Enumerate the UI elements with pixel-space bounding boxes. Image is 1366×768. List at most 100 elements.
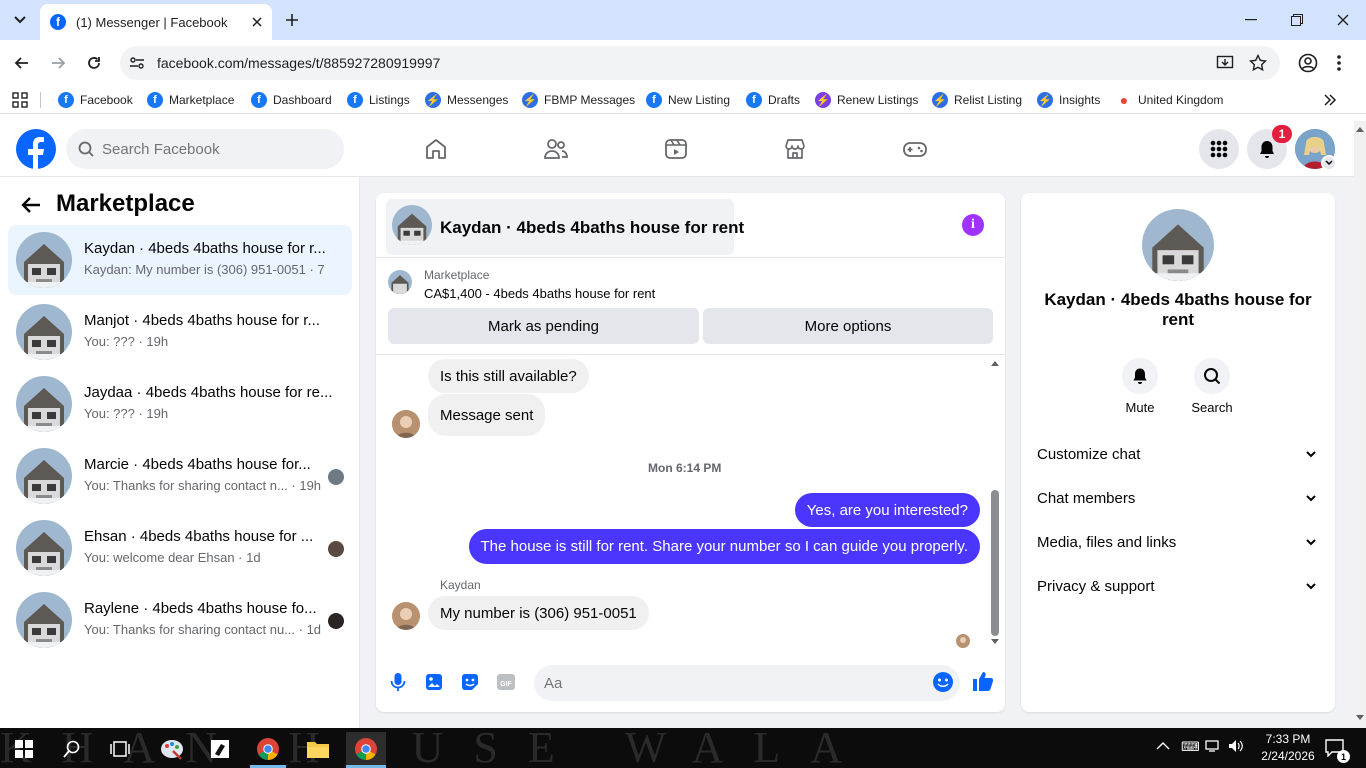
scroll-down-arrow-icon[interactable]: [990, 638, 1000, 646]
bookmark-drafts[interactable]: f Drafts: [746, 90, 800, 110]
emoji-button[interactable]: [932, 671, 954, 693]
nav-friends[interactable]: [540, 133, 572, 165]
facebook-icon: f: [746, 92, 762, 108]
chat-members-section[interactable]: Chat members: [1029, 478, 1327, 518]
map-pin-icon: ●: [1119, 92, 1129, 108]
bookmark-united-kingdom[interactable]: ● United Kingdom: [1116, 90, 1224, 110]
mark-as-pending-button[interactable]: Mark as pending: [388, 308, 699, 344]
message-composer[interactable]: [534, 665, 960, 701]
bookmark-marketplace[interactable]: f Marketplace: [147, 90, 234, 110]
bookmark-relist-listing[interactable]: ⚡ Relist Listing: [932, 90, 1022, 110]
media-files-links-section[interactable]: Media, files and links: [1029, 522, 1327, 562]
bookmark-fbmp-messages[interactable]: ⚡ FBMP Messages: [522, 90, 635, 110]
bookmark-renew-listings[interactable]: ⚡ Renew Listings: [815, 90, 918, 110]
taskbar-app-sticky-notes[interactable]: [200, 732, 240, 766]
new-tab-button[interactable]: [282, 10, 302, 30]
more-options-button[interactable]: More options: [703, 308, 993, 344]
customize-chat-section[interactable]: Customize chat: [1029, 434, 1327, 474]
search-input[interactable]: [102, 140, 322, 158]
chevron-down-icon: [1306, 495, 1316, 502]
scroll-up-arrow-icon[interactable]: [990, 359, 1000, 367]
search-in-conversation-button[interactable]: Search: [1177, 358, 1247, 415]
start-button[interactable]: [4, 732, 44, 766]
network-icon[interactable]: [1205, 739, 1221, 753]
image-icon: [426, 674, 442, 690]
back-button[interactable]: [12, 53, 32, 73]
privacy-support-section[interactable]: Privacy & support: [1029, 566, 1327, 606]
chat-scrollbar-thumb[interactable]: [991, 490, 999, 636]
sticker-button[interactable]: [460, 672, 480, 692]
page-scroll-down-icon[interactable]: [1355, 714, 1365, 722]
conversation-info-icon[interactable]: i: [962, 214, 984, 236]
bookmark-label: Dashboard: [273, 93, 332, 107]
nav-marketplace[interactable]: [779, 133, 811, 165]
url-text[interactable]: facebook.com/messages/t/885927280919997: [157, 55, 440, 71]
browser-menu-icon[interactable]: [1336, 53, 1342, 73]
bookmark-facebook[interactable]: f Facebook: [58, 90, 133, 110]
menu-button[interactable]: [1199, 129, 1239, 169]
facebook-logo-icon[interactable]: [16, 129, 56, 169]
conversation-name: Manjot · 4beds 4baths house for r...: [84, 312, 320, 329]
conversation-item[interactable]: Marcie · 4beds 4baths house for... You: …: [8, 441, 352, 511]
volume-icon[interactable]: [1228, 739, 1244, 753]
tab-search-button[interactable]: [8, 8, 32, 32]
browser-tab-active[interactable]: f (1) Messenger | Facebook: [40, 4, 272, 40]
listing-thumbnail: [16, 520, 72, 576]
friends-icon: [544, 139, 568, 159]
minimize-button[interactable]: [1228, 0, 1274, 40]
nav-watch[interactable]: [660, 133, 692, 165]
install-app-icon[interactable]: [1216, 54, 1234, 72]
attach-photo-button[interactable]: [424, 672, 444, 692]
taskbar-search-button[interactable]: [52, 732, 92, 766]
forward-button[interactable]: [48, 53, 68, 73]
close-window-button[interactable]: [1320, 0, 1366, 40]
conversation-item[interactable]: Raylene · 4beds 4baths house fo... You: …: [8, 585, 352, 655]
show-hidden-icons-button[interactable]: [1156, 741, 1170, 751]
conversation-item[interactable]: Jaydaa · 4beds 4baths house for re... Yo…: [8, 369, 352, 439]
nav-gaming[interactable]: [899, 133, 931, 165]
bookmark-messenges[interactable]: ⚡ Messenges: [425, 90, 508, 110]
taskbar-app-chrome-active[interactable]: [346, 732, 386, 766]
chrome-icon: [355, 738, 377, 760]
restore-icon: [1291, 14, 1303, 26]
voice-clip-button[interactable]: [388, 672, 408, 692]
chat-title: Kaydan · 4beds 4baths house for rent: [440, 218, 745, 237]
message-input[interactable]: [544, 674, 904, 692]
close-tab-icon[interactable]: [252, 17, 262, 27]
site-info-icon[interactable]: [128, 54, 146, 72]
taskbar-app-file-explorer[interactable]: [298, 732, 338, 766]
reload-button[interactable]: [84, 53, 104, 73]
nav-home[interactable]: [420, 133, 452, 165]
conversation-item[interactable]: Kaydan · 4beds 4baths house for r... Kay…: [8, 225, 352, 295]
more-bookmarks-icon[interactable]: [1322, 92, 1338, 108]
page-scroll-up-icon[interactable]: [1355, 125, 1365, 133]
facebook-icon: f: [251, 92, 267, 108]
facebook-search-box[interactable]: [66, 129, 344, 169]
task-view-button[interactable]: [100, 732, 140, 766]
taskbar-app-paint[interactable]: [152, 732, 192, 766]
listing-title[interactable]: CA$1,400 - 4beds 4baths house for rent: [424, 286, 655, 301]
back-to-marketplace-button[interactable]: [20, 195, 42, 215]
bookmark-new-listing[interactable]: f New Listing: [646, 90, 730, 110]
mute-button[interactable]: Mute: [1105, 358, 1175, 415]
bookmark-listings[interactable]: f Listings: [347, 90, 410, 110]
mute-icon-wrapper: [1122, 358, 1158, 394]
gif-button[interactable]: GIF: [496, 672, 516, 692]
profile-icon[interactable]: [1298, 53, 1318, 73]
section-label: Media, files and links: [1037, 533, 1177, 551]
input-method-icon[interactable]: ⌨: [1181, 739, 1200, 755]
apps-grid-icon[interactable]: [12, 92, 28, 108]
bookmark-dashboard[interactable]: f Dashboard: [251, 90, 332, 110]
bookmark-star-icon[interactable]: [1249, 54, 1267, 72]
page-scrollbar[interactable]: [1354, 121, 1366, 728]
taskbar-app-chrome[interactable]: [248, 732, 288, 766]
restore-button[interactable]: [1274, 0, 1320, 40]
bookmark-label: Relist Listing: [954, 93, 1023, 107]
like-button[interactable]: [972, 670, 994, 692]
bookmark-insights[interactable]: ⚡ Insights: [1037, 90, 1100, 110]
conversation-item[interactable]: Manjot · 4beds 4baths house for r... You…: [8, 297, 352, 367]
system-clock[interactable]: 7:33 PM 2/24/2026: [1252, 731, 1324, 765]
facebook-icon: f: [347, 92, 363, 108]
account-chevron[interactable]: [1321, 155, 1337, 171]
conversation-item[interactable]: Ehsan · 4beds 4baths house for ... You: …: [8, 513, 352, 583]
